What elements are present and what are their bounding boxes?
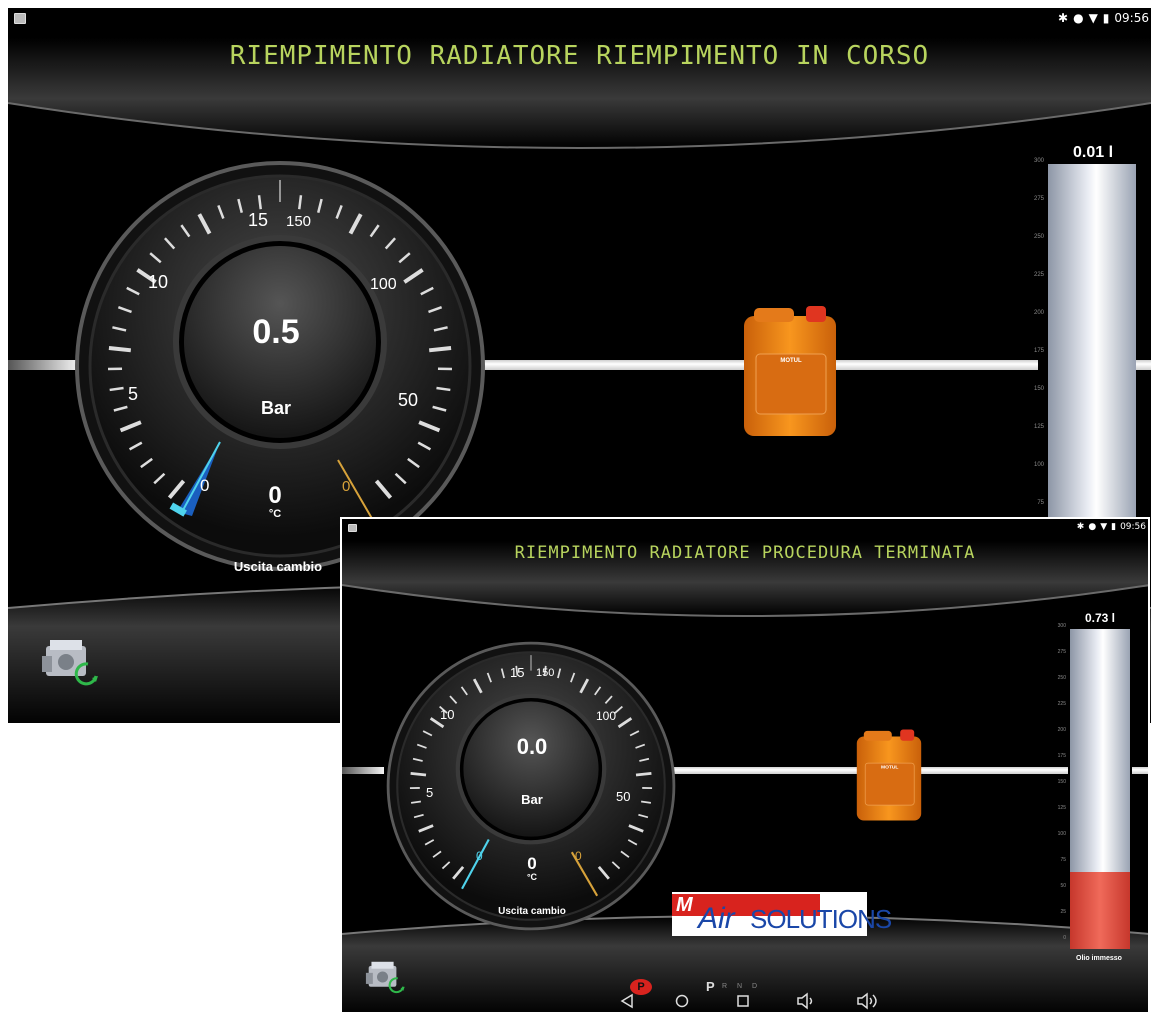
svg-text:MOTUL: MOTUL [780, 358, 802, 364]
logo-air: Air [698, 902, 735, 935]
pipe-left [342, 767, 384, 774]
nav-icons [620, 992, 877, 1010]
scale-label-0-left: 0 [476, 849, 483, 863]
recents-icon[interactable] [737, 995, 749, 1007]
volume-scale: 300 275 250 225 200 175 150 125 100 75 [1033, 158, 1044, 506]
gauge-tick [108, 346, 132, 353]
oil-can-icon: MOTUL [744, 306, 836, 436]
pressure-unit: Bar [260, 398, 291, 418]
scale-label-15: 15 [510, 665, 525, 680]
scale-label-50: 50 [398, 390, 419, 410]
scale-label-0-left: 0 [200, 476, 210, 495]
header-band [8, 38, 1151, 149]
gauge-tick [635, 771, 652, 777]
volume-scale: 300 275 250 225 200 175 150 125 100 75 5… [1057, 623, 1066, 941]
logo-m: M [676, 894, 693, 916]
pipe-right [1132, 767, 1148, 774]
gauge-tick [410, 771, 427, 777]
pipe-right [1136, 360, 1151, 370]
scale-label-150: 150 [286, 213, 312, 230]
scale-label-15: 15 [248, 210, 269, 230]
temperature-value: 0 [268, 482, 282, 509]
volume-fill [1070, 872, 1130, 949]
pressure-unit: Bar [521, 792, 543, 807]
volume-cylinder [1070, 629, 1130, 949]
scale-label-10: 10 [148, 272, 169, 292]
pressure-value: 0.0 [516, 734, 548, 759]
back-icon[interactable] [620, 993, 633, 1009]
gauge-caption: Uscita cambio [233, 559, 323, 574]
oil-can-icon: MOTUL [856, 729, 922, 821]
android-nav-bar [342, 990, 1148, 1012]
temperature-value: 0 [527, 854, 537, 873]
engine-icon[interactable] [38, 636, 104, 688]
gear-others: R N D [722, 983, 762, 990]
volume-up-icon[interactable] [857, 992, 877, 1010]
page-title: RIEMPIMENTO RADIATORE RIEMPIMENTO IN COR… [229, 41, 930, 71]
brand-logo: M Air SOLUTIONS [672, 892, 892, 936]
scale-label-100: 100 [370, 276, 397, 293]
header-band [342, 541, 1148, 617]
scale-label-5: 5 [128, 384, 139, 404]
temperature-unit: °C [268, 508, 282, 520]
scale-label-0-right: 0 [342, 478, 351, 495]
home-icon[interactable] [675, 994, 689, 1008]
svg-text:MOTUL: MOTUL [881, 765, 898, 771]
cylinder-caption: Olio immesso [1076, 955, 1122, 962]
pressure-value: 0.5 [252, 313, 300, 351]
scale-label-50: 50 [616, 789, 631, 804]
screen-finished: ✱ ● ▼ ▮ 09:56 RIEMPIMENTO RADIATORE PROC… [340, 517, 1150, 1014]
temperature-unit: °C [526, 872, 538, 882]
volume-down-icon[interactable] [797, 992, 813, 1010]
logo-solutions: SOLUTIONS [750, 904, 892, 934]
volume-value: 0.73 l [1084, 611, 1116, 625]
scale-label-100: 100 [596, 709, 617, 723]
page-title: RIEMPIMENTO RADIATORE PROCEDURA TERMINAT… [514, 543, 976, 563]
pipe-left [8, 360, 78, 370]
scale-label-5: 5 [426, 785, 434, 800]
gauge-tick [298, 195, 303, 210]
gauge-tick [257, 195, 262, 210]
gauge-tick [428, 346, 452, 353]
gauge-caption: Uscita cambio [498, 906, 566, 917]
scale-label-0-right: 0 [575, 849, 582, 863]
scale-label-150: 150 [536, 667, 555, 679]
scale-label-10: 10 [440, 707, 455, 722]
volume-value: 0.01 l [1072, 144, 1114, 161]
